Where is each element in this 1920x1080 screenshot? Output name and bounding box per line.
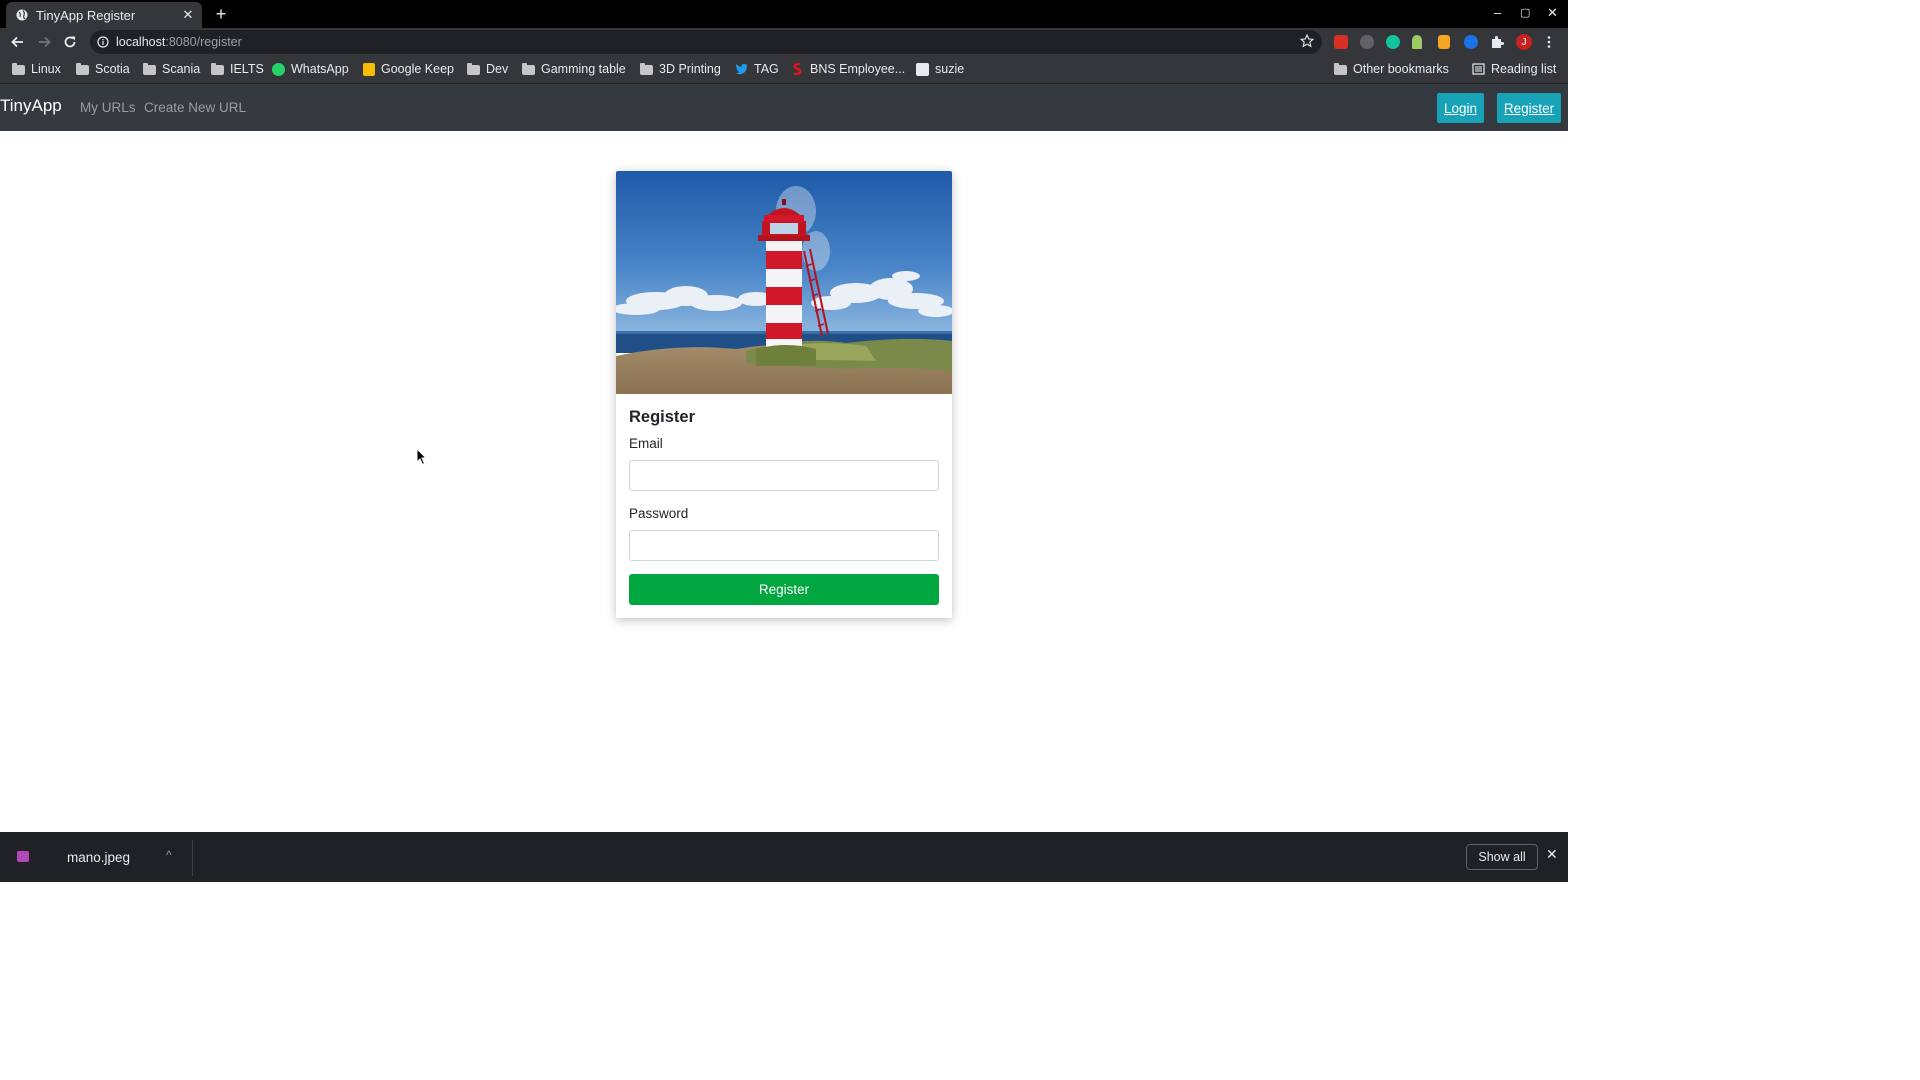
reading-list[interactable]: Reading list xyxy=(1472,62,1556,76)
show-all-button[interactable]: Show all xyxy=(1466,844,1538,870)
extension-puzzle-person-icon[interactable] xyxy=(1360,35,1374,49)
bookmark-label: Linux xyxy=(31,62,61,76)
whatsapp-icon xyxy=(272,62,285,76)
register-card: Register Email Password Register xyxy=(616,171,952,618)
bookmarks-bar: Linux Scotia Scania IELTS WhatsApp Googl… xyxy=(0,56,1568,84)
grammarly-icon[interactable] xyxy=(1386,35,1400,49)
form-title: Register xyxy=(629,408,696,426)
tab-close-icon[interactable]: ✕ xyxy=(178,7,198,23)
info-icon[interactable] xyxy=(97,36,109,48)
email-label: Email xyxy=(629,436,663,451)
bookmark-label: Google Keep xyxy=(381,62,454,76)
bookmark-star-icon[interactable] xyxy=(1300,34,1314,48)
reading-list-icon xyxy=(1472,63,1485,75)
tab-strip: TinyApp Register ✕ + – ▢ ✕ xyxy=(0,0,1568,28)
brand-logo[interactable]: TinyApp xyxy=(0,96,62,116)
folder-icon xyxy=(640,63,653,75)
profile-avatar[interactable]: J xyxy=(1516,34,1532,50)
tab-title: TinyApp Register xyxy=(36,7,136,23)
back-arrow-icon[interactable] xyxy=(9,33,27,51)
bookmark-suzie[interactable]: suzie xyxy=(916,62,964,76)
other-bookmarks-label: Other bookmarks xyxy=(1353,62,1449,76)
google-keep-icon xyxy=(363,62,375,76)
bookmark-label: Scotia xyxy=(95,62,130,76)
bookmark-whatsapp[interactable]: WhatsApp xyxy=(272,62,349,76)
nav-link-my-urls[interactable]: My URLs xyxy=(80,100,136,115)
bookmark-label: TAG xyxy=(754,62,779,76)
forward-arrow-icon[interactable] xyxy=(35,33,53,51)
bookmark-3d-printing[interactable]: 3D Printing xyxy=(640,62,721,76)
extension-chart-icon[interactable] xyxy=(1334,35,1348,49)
image-file-icon xyxy=(17,851,29,862)
bookmark-label: 3D Printing xyxy=(659,62,721,76)
email-field[interactable] xyxy=(629,460,939,491)
folder-icon xyxy=(143,63,156,75)
menu-kebab-icon[interactable] xyxy=(1544,35,1554,49)
browser-toolbar: localhost:8080/register J xyxy=(0,28,1568,56)
chevron-up-icon[interactable]: ^ xyxy=(166,848,172,862)
register-submit-button[interactable]: Register xyxy=(629,574,939,605)
amazon-icon xyxy=(916,62,929,76)
bookmark-google-keep[interactable]: Google Keep xyxy=(363,62,454,76)
folder-icon xyxy=(211,63,224,75)
mouse-cursor-icon xyxy=(416,448,428,466)
extension-pin-icon[interactable] xyxy=(1412,35,1422,49)
download-divider xyxy=(192,840,193,876)
restore-icon[interactable]: ▢ xyxy=(1520,6,1530,19)
other-bookmarks[interactable]: Other bookmarks xyxy=(1334,62,1449,76)
bookmark-label: IELTS xyxy=(230,62,264,76)
password-label: Password xyxy=(629,506,689,521)
bookmark-label: Scania xyxy=(162,62,201,76)
bookmark-ielts[interactable]: IELTS xyxy=(211,62,264,76)
url-path: :8080/register xyxy=(165,35,242,49)
lighthouse-image xyxy=(616,171,952,394)
folder-icon xyxy=(76,63,89,75)
twitter-icon xyxy=(735,63,748,75)
login-button[interactable]: Login xyxy=(1437,93,1484,123)
bookmark-gamming-table[interactable]: Gamming table xyxy=(522,62,626,76)
window-close-icon[interactable]: ✕ xyxy=(1547,5,1558,21)
bookmark-scania[interactable]: Scania xyxy=(143,62,200,76)
folder-icon xyxy=(1334,63,1347,75)
register-nav-button[interactable]: Register xyxy=(1497,93,1561,123)
bookmark-label: WhatsApp xyxy=(291,62,349,76)
bookmark-label: BNS Employee... xyxy=(810,62,906,76)
address-bar[interactable]: localhost:8080/register xyxy=(90,30,1322,54)
folder-icon xyxy=(522,63,535,75)
extensions-puzzle-icon[interactable] xyxy=(1490,35,1504,49)
bookmark-tag[interactable]: TAG xyxy=(735,62,779,76)
extension-flag-icon[interactable] xyxy=(1438,35,1450,49)
download-bar: mano.jpeg ^ Show all ✕ xyxy=(0,832,1568,882)
bookmark-linux[interactable]: Linux xyxy=(12,62,61,76)
folder-icon xyxy=(467,63,480,75)
nav-link-create-new-url[interactable]: Create New URL xyxy=(144,100,246,115)
bookmark-label: Gamming table xyxy=(541,62,626,76)
reading-list-label: Reading list xyxy=(1491,62,1557,76)
app-navbar: TinyApp My URLs Create New URL Login Reg… xyxy=(0,84,1568,131)
url-text: localhost:8080/register xyxy=(116,35,242,49)
folder-icon xyxy=(12,63,25,75)
download-bar-close-icon[interactable]: ✕ xyxy=(1546,846,1558,863)
bookmark-scotia[interactable]: Scotia xyxy=(76,62,130,76)
bookmark-label: suzie xyxy=(935,62,965,76)
minimize-icon[interactable]: – xyxy=(1494,5,1501,20)
bookmark-dev[interactable]: Dev xyxy=(467,62,508,76)
bookmark-bns-employee[interactable]: BNS Employee... xyxy=(791,62,905,76)
scotiabank-icon xyxy=(793,63,802,75)
browser-tab[interactable]: TinyApp Register ✕ xyxy=(6,2,202,28)
download-file-name[interactable]: mano.jpeg xyxy=(67,850,130,865)
bookmark-label: Dev xyxy=(486,62,509,76)
extension-sync-icon[interactable] xyxy=(1464,35,1478,49)
password-field[interactable] xyxy=(629,530,939,561)
new-tab-button[interactable]: + xyxy=(212,4,230,25)
globe-icon xyxy=(16,9,28,21)
url-host: localhost xyxy=(116,35,166,49)
reload-icon[interactable] xyxy=(61,33,79,51)
